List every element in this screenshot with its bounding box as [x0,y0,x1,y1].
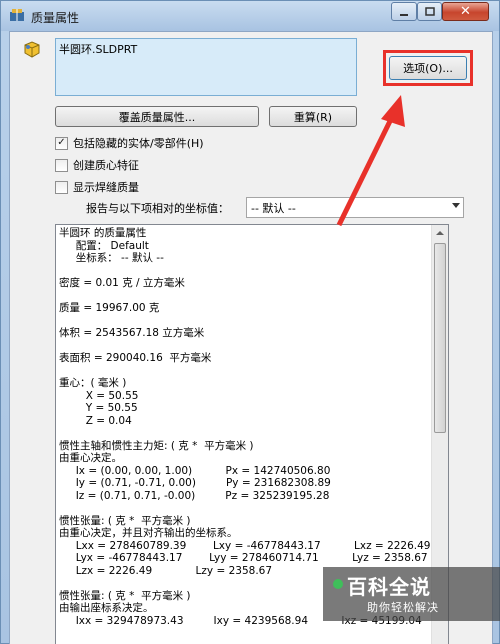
report-line: 体积 = 2543567.18 立方毫米 [59,327,205,339]
checkbox[interactable] [55,180,68,194]
report-line [59,315,429,328]
minimize-button[interactable] [391,2,417,21]
report-line: 配置： Default [59,239,149,252]
report-line: 密度 = 0.01 克 / 立方毫米 [59,277,185,289]
mass-props-icon [24,41,40,58]
report-line: X = 50.55 [59,389,139,402]
maximize-button[interactable] [417,2,442,21]
close-button[interactable]: ✕ [442,2,489,21]
title-bar[interactable]: 质量属性 ✕ [1,1,499,31]
report-line: 坐标系： -- 默认 -- [59,252,164,264]
watermark-logo: 百科全说 [347,575,431,599]
override-mass-button[interactable]: 覆盖质量属性... [55,106,259,127]
minimize-icon [400,13,408,16]
report-line: 由重心决定，并且对齐输出的坐标系。 [59,527,238,539]
watermark: 百科全说 助你轻松解决 [323,567,500,621]
report-line: 由重心决定。 [59,452,122,464]
check-label: 包括隐藏的实体/零部件(H) [73,137,204,150]
report-line: 重心：( 毫米 ) [59,377,127,389]
close-icon: ✕ [460,4,471,19]
app-icon [10,9,24,21]
options-button[interactable]: 选项(O)... [389,56,467,80]
report-line: 惯性主轴和惯性主力矩: ( 克 * 平方毫米 ) [59,439,254,452]
report-line: Iy = (0.71, -0.71, 0.00) Py = 231682308.… [59,477,331,489]
dropdown-arrow-icon [452,203,460,208]
report-line: 惯性张量: ( 克 * 平方毫米 ) [59,514,191,527]
report-line [59,290,429,303]
report-line [59,427,429,440]
scroll-thumb[interactable] [434,243,446,433]
coord-system-label: 报告与以下项相对的坐标值： [86,202,229,215]
create-centroid-check[interactable]: 创建质心特征 [55,157,139,173]
window-title: 质量属性 [31,11,80,25]
checkbox[interactable] [55,158,68,172]
mass-properties-window: 质量属性 ✕ 半圆环.SLDPRT 选项(O)... 覆盖质量属性... 重算(… [0,0,500,644]
scroll-up-icon[interactable] [436,231,444,235]
report-line: Iz = (0.71, 0.71, -0.00) Pz = 325239195.… [59,489,330,502]
check-label: 显示焊缝质量 [73,181,139,194]
report-line: 质量 = 19967.00 克 [59,302,160,314]
report-line: 表面积 = 290040.16 平方毫米 [59,352,212,364]
report-line: Y = 50.55 [59,402,138,414]
report-line: Lyx = -46778443.17 Lyy = 278460714.71 Ly… [59,552,428,564]
report-line: Z = 0.04 [59,414,132,427]
watermark-subtitle: 助你轻松解决 [367,601,439,614]
report-line [59,340,429,353]
list-item[interactable]: 半圆环.SLDPRT [59,41,137,57]
check-label: 创建质心特征 [73,159,139,172]
report-line [59,365,429,378]
report-line: Ix = (0.00, 0.00, 1.00) Px = 142740506.8… [59,464,331,477]
include-hidden-check[interactable]: ✓ 包括隐藏的实体/零部件(H) [55,135,204,151]
dialog-body: 半圆环.SLDPRT 选项(O)... 覆盖质量属性... 重算(R) ✓ 包括… [9,31,493,644]
annotation-arrow-icon [336,95,405,227]
report-line [59,502,429,515]
report-line [59,265,429,278]
selected-items-list[interactable]: 半圆环.SLDPRT [55,38,357,96]
coord-system-value: -- 默认 -- [251,201,296,215]
show-weld-mass-check[interactable]: 显示焊缝质量 [55,179,139,195]
report-line: Lxx = 278460789.39 Lxy = -46778443.17 Lx… [59,539,431,552]
maximize-icon [424,6,435,16]
checkbox-checked[interactable]: ✓ [55,136,68,150]
watermark-logo-icon [333,579,343,589]
